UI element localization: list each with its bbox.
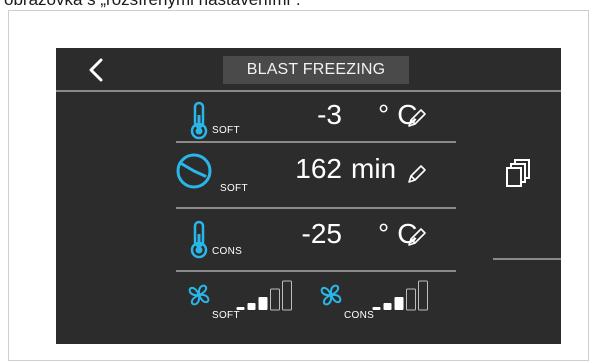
page-caption: obrázovka s „rozšířenými nastaveními“.	[4, 0, 301, 10]
level-bar-1	[236, 307, 245, 310]
copy-icon[interactable]	[505, 158, 531, 188]
temperature-soft-row: SOFT -3 °C	[176, 95, 456, 145]
pencil-icon[interactable]	[406, 107, 428, 129]
row-divider-2	[176, 207, 456, 209]
back-button[interactable]	[80, 56, 112, 84]
fan-icon	[188, 284, 210, 306]
fan-speed-row: SOFT CONS	[176, 276, 466, 326]
clock-icon	[176, 153, 212, 189]
row-subscript: CONS	[212, 246, 243, 257]
header-divider	[56, 90, 561, 92]
fan-soft-level-bars[interactable]	[236, 278, 296, 312]
fan-cons-level-bars[interactable]	[372, 278, 432, 312]
time-soft-unit: min	[351, 153, 397, 184]
temperature-cons-row: CONS -25 °C	[176, 214, 456, 264]
level-bar-5	[282, 280, 292, 311]
thermometer-icon	[190, 220, 208, 259]
thermometer-icon	[190, 101, 208, 140]
row-subscript: SOFT	[220, 183, 248, 194]
level-bar-1	[372, 307, 381, 310]
chevron-left-icon	[89, 58, 103, 82]
side-divider	[493, 258, 561, 260]
level-bar-2	[383, 303, 392, 310]
row-subscript: SOFT	[212, 125, 240, 136]
level-bar-4	[406, 288, 416, 311]
fan-cons-subscript: CONS	[344, 310, 375, 321]
pencil-icon[interactable]	[406, 226, 428, 248]
row-divider-3	[176, 270, 456, 272]
time-soft-value: 162	[295, 153, 342, 184]
fan-icon	[320, 284, 342, 306]
level-bar-3	[394, 297, 404, 310]
temperature-cons-value: -25	[301, 218, 342, 249]
screenshot-frame: BLAST FREEZING SOFT -3 °C SOFT 162 min C…	[8, 10, 589, 361]
level-bar-5	[418, 280, 428, 311]
pencil-icon[interactable]	[406, 163, 428, 185]
device-screen: BLAST FREEZING SOFT -3 °C SOFT 162 min C…	[56, 48, 561, 344]
temperature-soft-value: -3	[317, 99, 342, 130]
time-soft-row: SOFT 162 min	[176, 151, 456, 201]
level-bar-2	[247, 303, 256, 310]
level-bar-4	[270, 288, 280, 311]
level-bar-3	[258, 297, 268, 310]
screen-title: BLAST FREEZING	[223, 56, 409, 84]
